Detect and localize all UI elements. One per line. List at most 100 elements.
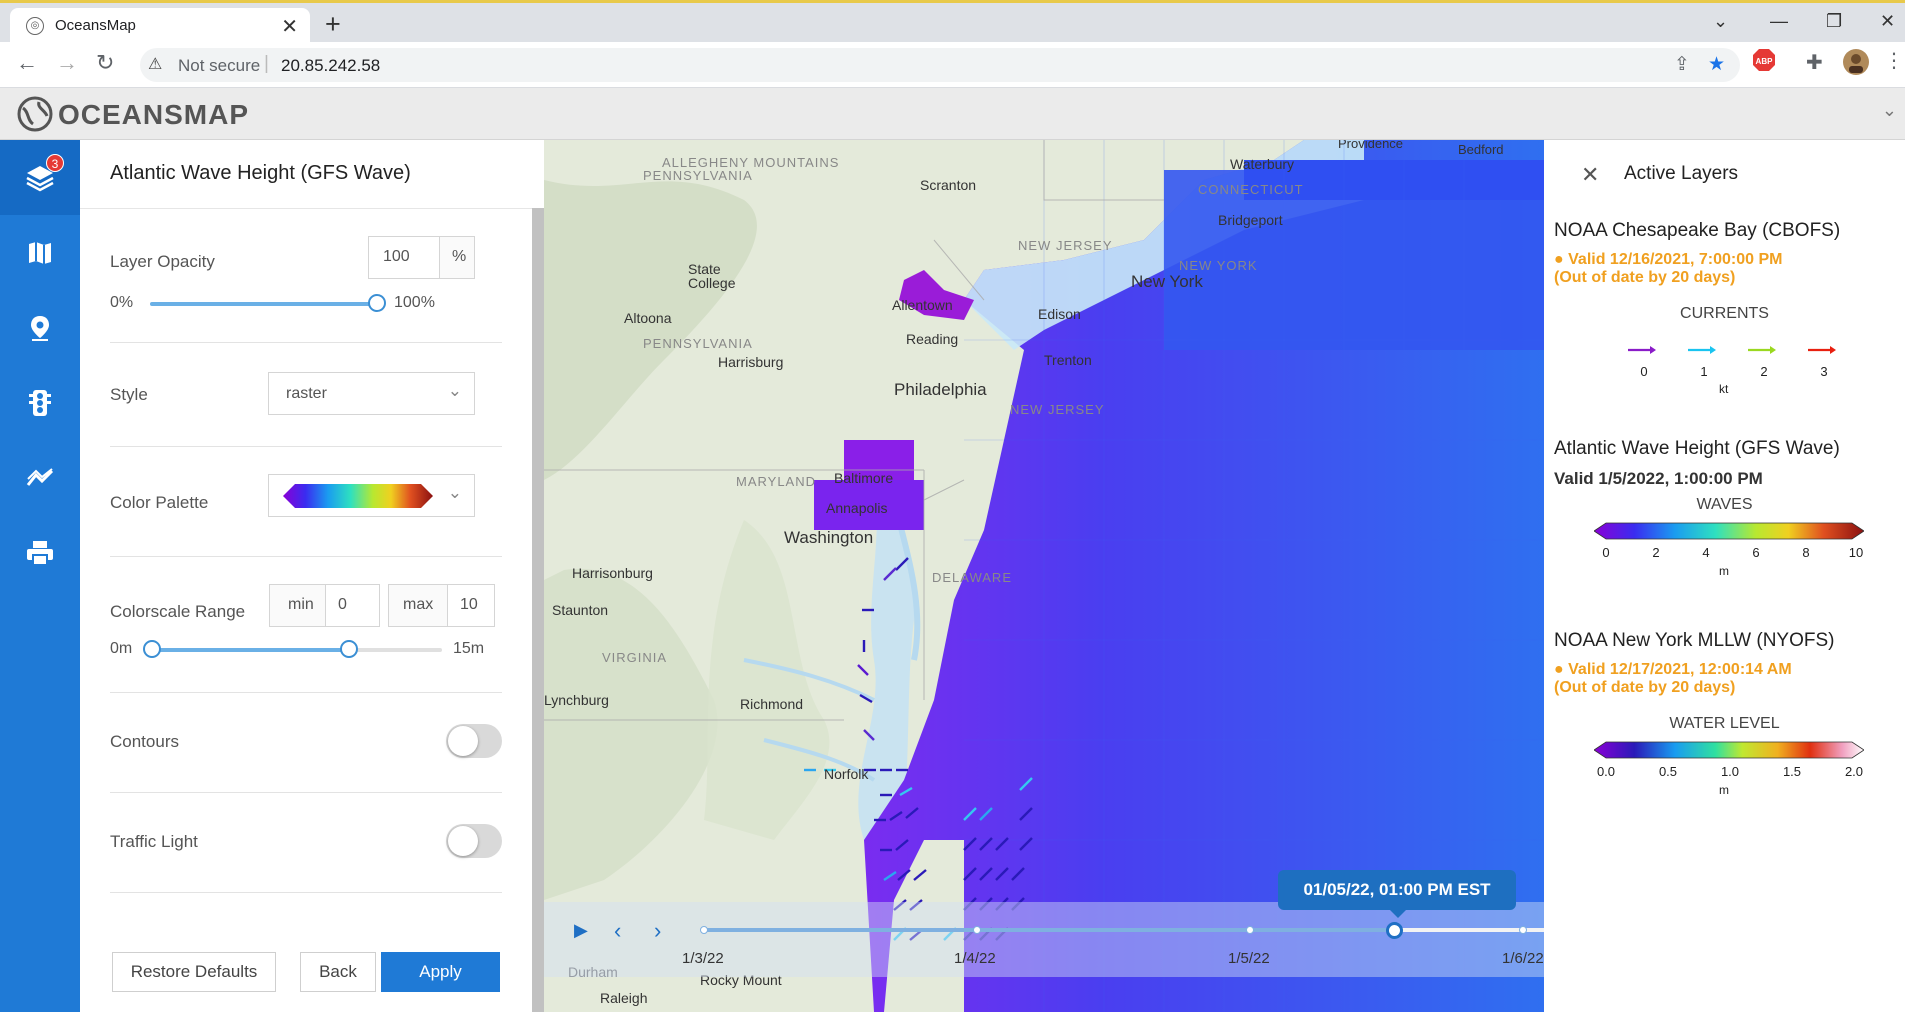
colorscale-label: Colorscale Range (110, 602, 246, 621)
map-label-edison: Edison (1038, 306, 1081, 322)
browser-tab[interactable]: ◎ OceansMap ✕ (10, 8, 310, 45)
tab-close-icon[interactable]: ✕ (281, 14, 298, 39)
legend-tick: 2 (1760, 364, 1768, 379)
url-separator: | (264, 53, 269, 74)
rail-map-button[interactable] (0, 215, 80, 290)
time-tick[interactable] (1246, 926, 1254, 934)
opacity-slider-track[interactable] (150, 302, 377, 306)
time-tick[interactable] (700, 926, 708, 934)
map-label-philadelphia: Philadelphia (894, 380, 987, 399)
divider (110, 446, 502, 447)
close-window-icon[interactable]: ✕ (1880, 11, 1895, 32)
opacity-slider-thumb[interactable] (368, 294, 386, 312)
opacity-min-label: 0% (110, 294, 134, 311)
location-pin-icon (31, 315, 49, 341)
tab-title: OceansMap (55, 17, 136, 34)
step-forward-icon[interactable]: › (654, 918, 661, 944)
legend-title: CURRENTS (1680, 305, 1769, 322)
step-back-icon[interactable]: ‹ (614, 918, 621, 944)
palette-select[interactable]: ⌄ (268, 474, 475, 517)
address-bar[interactable]: ⚠ Not secure | 20.85.242.58 ⇪ ★ (140, 48, 1740, 82)
legend-tick: 1 (1700, 364, 1708, 379)
legend-tick: 0 (1640, 364, 1648, 379)
back-button[interactable]: Back (300, 952, 376, 992)
layer-warning: ● Valid 12/16/2021, 7:00:00 PM (Out of d… (1554, 251, 1782, 287)
minimize-icon[interactable]: — (1770, 11, 1788, 32)
close-icon[interactable]: ✕ (1581, 162, 1599, 188)
layer-name[interactable]: NOAA Chesapeake Bay (CBOFS) (1554, 220, 1840, 242)
map-label-bedford: Bedford (1458, 142, 1504, 157)
browser-menu-icon[interactable]: ⋮ (1884, 48, 1904, 73)
adblock-icon[interactable]: ABP (1752, 48, 1776, 72)
profile-avatar-icon[interactable] (1842, 48, 1870, 76)
warning-icon: ● (1554, 251, 1564, 268)
rail-location-button[interactable] (0, 290, 80, 365)
range-slider-fill[interactable] (152, 648, 348, 652)
divider (110, 792, 502, 793)
time-slider-thumb[interactable] (1386, 922, 1403, 939)
restore-defaults-button[interactable]: Restore Defaults (112, 952, 276, 992)
reload-icon[interactable]: ↻ (96, 50, 114, 76)
back-arrow-icon[interactable]: ← (16, 50, 38, 76)
layer-name[interactable]: Atlantic Wave Height (GFS Wave) (1554, 438, 1840, 460)
play-icon[interactable]: ▶ (574, 920, 588, 941)
chevron-down-icon: ⌄ (447, 381, 462, 400)
divider (110, 556, 502, 557)
app-logo[interactable]: OCEANSMAP (58, 99, 249, 131)
time-label: 1/3/22 (682, 950, 724, 967)
legend-tick: 3 (1820, 364, 1828, 379)
globe-logo-icon (17, 96, 53, 132)
rail-print-button[interactable] (0, 515, 80, 590)
opacity-unit: % (439, 236, 475, 279)
layer-status: Valid 12/16/2021, 7:00:00 PM (1568, 251, 1783, 268)
apply-button[interactable]: Apply (381, 952, 500, 992)
chevron-down-icon: ⌄ (447, 483, 462, 502)
style-select[interactable]: raster ⌄ (268, 372, 475, 415)
rail-layers-button[interactable]: 3 (0, 140, 80, 215)
contours-toggle[interactable] (446, 724, 502, 758)
layers-count-badge: 3 (46, 154, 64, 172)
range-max-thumb[interactable] (340, 640, 358, 658)
browser-toolbar: ← → ↻ ⚠ Not secure | 20.85.242.58 ⇪ ★ AB… (0, 42, 1905, 88)
time-tick[interactable] (973, 926, 981, 934)
opacity-input[interactable]: 100 (368, 236, 440, 279)
map-label-trenton: Trenton (1044, 352, 1092, 368)
restore-window-icon[interactable]: ❐ (1826, 11, 1842, 32)
forward-arrow-icon[interactable]: → (56, 50, 78, 76)
map-label-allentown: Allentown (892, 297, 953, 313)
time-tick[interactable] (1519, 926, 1527, 934)
map-label-bridgeport: Bridgeport (1218, 212, 1283, 228)
panel-title: Atlantic Wave Height (GFS Wave) (110, 162, 411, 184)
range-max-label: 15m (453, 640, 485, 657)
rail-traffic-light-button[interactable] (0, 365, 80, 440)
traffic-light-icon (29, 389, 51, 416)
tab-favicon-icon: ◎ (26, 17, 44, 35)
tab-search-icon[interactable]: ⌄ (1713, 11, 1728, 32)
range-min-thumb[interactable] (143, 640, 161, 658)
legend-tick: 6 (1752, 545, 1760, 560)
security-label[interactable]: Not secure (178, 56, 260, 76)
map-label-lynchburg: Lynchburg (544, 692, 609, 708)
share-icon[interactable]: ⇪ (1674, 53, 1690, 76)
style-select-value: raster (286, 385, 327, 402)
layer-status: Valid 1/5/2022, 1:00:00 PM (1554, 469, 1763, 488)
warning-icon: ● (1554, 661, 1564, 678)
traffic-light-toggle[interactable] (446, 824, 502, 858)
bookmark-star-icon[interactable]: ★ (1708, 53, 1725, 76)
layer-name[interactable]: NOAA New York MLLW (NYOFS) (1554, 630, 1835, 652)
new-tab-icon[interactable]: + (325, 9, 341, 39)
legend-tick: 0 (1602, 545, 1610, 560)
map-label-washington: Washington (784, 528, 874, 547)
max-input[interactable]: 10 (447, 584, 495, 627)
url-text[interactable]: 20.85.242.58 (281, 56, 380, 76)
map-label-new-york: New York (1131, 272, 1203, 291)
warning-icon[interactable]: ⚠ (148, 54, 162, 74)
extensions-icon[interactable]: ✚ (1806, 50, 1823, 75)
min-input[interactable]: 0 (325, 584, 380, 627)
rail-trend-button[interactable] (0, 440, 80, 515)
legend-unit: m (1719, 564, 1729, 578)
panel-scrollbar[interactable] (532, 208, 544, 1012)
legend-tick: 4 (1702, 545, 1710, 560)
chevron-down-icon[interactable]: ⌄ (1882, 100, 1897, 121)
map-label-harrisonburg: Harrisonburg (572, 565, 653, 581)
